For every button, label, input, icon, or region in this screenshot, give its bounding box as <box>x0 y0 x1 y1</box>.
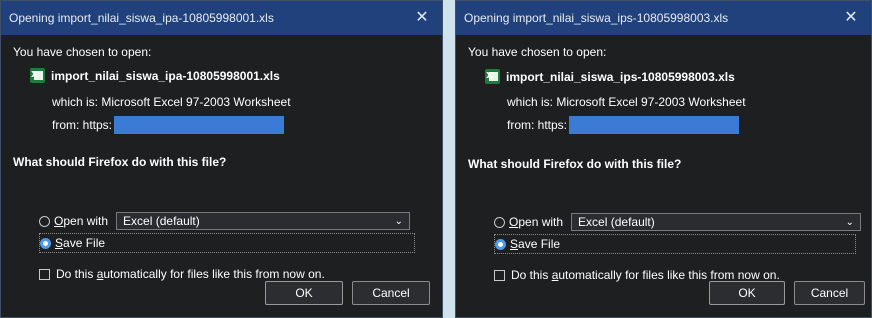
dialog-title: Opening import_nilai_siswa_ipa-108059980… <box>9 11 274 25</box>
app-select[interactable]: Excel (default) ⌄ <box>571 213 862 231</box>
app-select-value: Excel (default) <box>123 214 200 228</box>
file-info: import_nilai_siswa_ips-10805998003.xls <box>485 68 735 84</box>
file-info: import_nilai_siswa_ipa-10805998001.xls <box>30 67 280 83</box>
open-with-option[interactable]: Open with Excel (default) ⌄ <box>494 213 862 231</box>
save-file-radio[interactable] <box>495 238 506 250</box>
action-question: What should Firefox do with this file? <box>13 155 227 169</box>
cancel-button[interactable]: Cancel <box>794 281 865 305</box>
chevron-down-icon: ⌄ <box>394 215 404 227</box>
open-with-option[interactable]: Open with Excel (default) ⌄ <box>39 212 411 230</box>
save-file-option[interactable]: Save File <box>494 234 856 254</box>
save-file-label: Save File <box>510 237 561 251</box>
ok-button[interactable]: OK <box>265 281 343 305</box>
intro-text: You have chosen to open: <box>468 45 607 59</box>
auto-checkbox[interactable] <box>39 268 50 280</box>
save-file-radio[interactable] <box>40 237 51 249</box>
open-with-label: Open with <box>54 214 109 228</box>
dialog-title: Opening import_nilai_siswa_ips-108059980… <box>464 11 729 25</box>
dialog-titlebar: Opening import_nilai_siswa_ipa-108059980… <box>1 1 442 35</box>
save-file-label: Save File <box>55 236 106 250</box>
file-type: which is: Microsoft Excel 97-2003 Worksh… <box>52 95 291 109</box>
cancel-button[interactable]: Cancel <box>352 281 430 305</box>
redacted-url <box>569 116 740 134</box>
open-with-label: Open with <box>509 215 564 229</box>
action-question: What should Firefox do with this file? <box>468 157 682 171</box>
auto-label: Do this automatically for files like thi… <box>56 267 325 281</box>
close-icon[interactable]: ✕ <box>402 1 442 35</box>
auto-checkbox[interactable] <box>494 269 505 281</box>
save-file-option[interactable]: Save File <box>39 233 415 253</box>
dialog-titlebar: Opening import_nilai_siswa_ips-108059980… <box>456 1 871 35</box>
app-select-value: Excel (default) <box>578 215 655 229</box>
app-select[interactable]: Excel (default) ⌄ <box>116 212 411 230</box>
source-label: from: https: <box>52 118 113 132</box>
file-name: import_nilai_siswa_ipa-10805998001.xls <box>51 68 280 83</box>
download-dialog-ipa: Opening import_nilai_siswa_ipa-108059980… <box>0 0 443 318</box>
auto-label: Do this automatically for files like thi… <box>511 268 780 282</box>
open-with-radio[interactable] <box>494 216 505 228</box>
chevron-down-icon: ⌄ <box>845 216 855 228</box>
intro-text: You have chosen to open: <box>13 45 152 59</box>
auto-option[interactable]: Do this automatically for files like thi… <box>39 267 325 281</box>
ok-button[interactable]: OK <box>709 281 785 305</box>
download-dialog-ips: Opening import_nilai_siswa_ips-108059980… <box>455 0 872 318</box>
file-source: from: https: <box>507 116 740 134</box>
file-type: which is: Microsoft Excel 97-2003 Worksh… <box>507 95 746 109</box>
auto-option[interactable]: Do this automatically for files like thi… <box>494 268 780 282</box>
close-icon[interactable]: ✕ <box>831 1 871 35</box>
redacted-url <box>114 116 285 134</box>
excel-file-icon <box>485 68 500 84</box>
source-label: from: https: <box>507 118 568 132</box>
open-with-radio[interactable] <box>39 215 50 227</box>
file-source: from: https: <box>52 116 285 134</box>
excel-file-icon <box>30 67 45 83</box>
file-name: import_nilai_siswa_ips-10805998003.xls <box>506 69 735 84</box>
